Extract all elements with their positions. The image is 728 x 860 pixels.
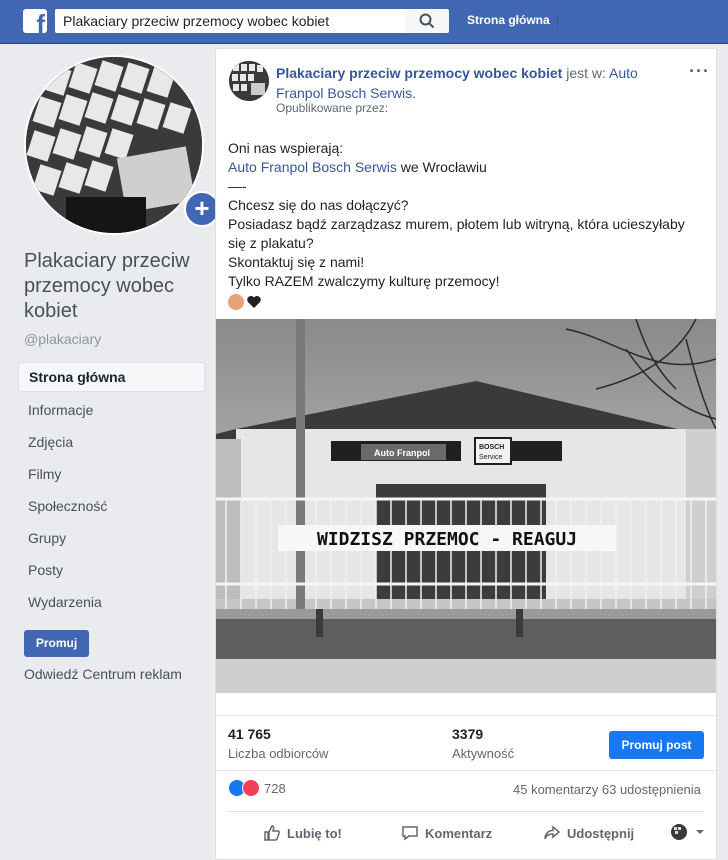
avatar-image bbox=[26, 57, 202, 233]
reactions-summary[interactable]: 728 bbox=[228, 779, 286, 797]
search-button[interactable] bbox=[405, 9, 449, 33]
thumbs-up-icon bbox=[264, 825, 280, 841]
page-profile-picture[interactable]: + bbox=[24, 55, 220, 235]
post-actions: Lubię to! Komentarz Udostępnij bbox=[228, 811, 704, 852]
activity-stat[interactable]: 3379 Aktywność bbox=[452, 726, 514, 761]
share-label: Udostępnij bbox=[567, 825, 635, 841]
more-options-icon[interactable]: ··· bbox=[689, 61, 710, 82]
page-title: Plakaciary przeciw przemocy wobec kobiet bbox=[24, 250, 190, 322]
activity-value: 3379 bbox=[452, 726, 484, 742]
sign-bosch-text: BOSCH bbox=[479, 444, 504, 451]
tagged-page-link[interactable]: Auto Franpol Bosch Serwis bbox=[228, 159, 397, 175]
activity-label: Aktywność bbox=[452, 746, 515, 761]
promote-button[interactable]: Promuj bbox=[24, 630, 89, 657]
reach-label: Liczba odbiorców bbox=[228, 746, 329, 761]
post-at-text: jest w: bbox=[566, 65, 606, 81]
banner-text: WIDZISZ PRZEMOC - REAGUJ bbox=[317, 529, 577, 550]
post-author-avatar[interactable] bbox=[229, 61, 269, 101]
share-icon bbox=[544, 825, 561, 840]
reach-value: 41 765 bbox=[228, 726, 271, 742]
black-heart-emoji-icon bbox=[247, 296, 261, 309]
post-line: Chcesz się do nas dołączyć? bbox=[228, 197, 409, 213]
search-input[interactable] bbox=[55, 9, 405, 33]
sidebar-item-photos[interactable]: Zdjęcia bbox=[18, 427, 205, 459]
ads-center-link[interactable]: Odwiedź Centrum reklam bbox=[24, 666, 182, 682]
post-line-rest: we Wrocławiu bbox=[396, 159, 487, 175]
post-body: Oni nas wspierają: Auto Franpol Bosch Se… bbox=[228, 139, 698, 311]
post-insights: 41 765 Liczba odbiorców 3379 Aktywność P… bbox=[216, 715, 716, 771]
post-line: Oni nas wspierają: bbox=[228, 140, 344, 156]
sidebar-item-community[interactable]: Społeczność bbox=[18, 491, 205, 523]
reach-stat[interactable]: 41 765 Liczba odbiorców bbox=[228, 726, 328, 761]
page-avatar-icon bbox=[671, 824, 687, 840]
fist-emoji-icon bbox=[228, 294, 244, 311]
post-as-selector[interactable] bbox=[671, 824, 711, 840]
comment-label: Komentarz bbox=[425, 825, 493, 841]
love-reaction-icon bbox=[242, 779, 260, 797]
promote-post-button[interactable]: Promuj post bbox=[609, 731, 704, 759]
sidebar-item-posts[interactable]: Posty bbox=[18, 555, 205, 587]
post-author-link[interactable]: Plakaciary przeciw przemocy wobec kobiet bbox=[276, 65, 562, 81]
chevron-down-icon bbox=[696, 830, 704, 834]
page-side-nav: Strona główna Informacje Zdjęcia Filmy S… bbox=[18, 362, 205, 619]
sidebar-item-videos[interactable]: Filmy bbox=[18, 459, 205, 491]
post-emojis bbox=[228, 292, 698, 311]
post-line: Posiadasz bądź zarządzasz murem, płotem … bbox=[228, 216, 685, 251]
comment-icon bbox=[402, 826, 418, 841]
avatar bbox=[24, 55, 204, 235]
share-button[interactable]: Udostępnij bbox=[543, 824, 634, 842]
like-label: Lubię to! bbox=[287, 825, 342, 841]
search-icon bbox=[419, 13, 435, 29]
post-line: Skontaktuj się z nami! bbox=[228, 254, 365, 270]
post-line: Tylko RAZEM zwalczymy kulturę przemocy! bbox=[228, 273, 500, 289]
nav-divider bbox=[557, 13, 558, 29]
comments-shares-count[interactable]: 45 komentarzy 63 udostępnienia bbox=[513, 782, 701, 797]
post-photo[interactable]: Auto Franpol BOSCH Service WIDZISZ PRZEM… bbox=[216, 318, 716, 693]
sidebar-item-home[interactable]: Strona główna bbox=[18, 362, 205, 392]
post-card: Plakaciary przeciw przemocy wobec kobiet… bbox=[215, 48, 717, 860]
sign-shop-text: Auto Franpol bbox=[374, 448, 430, 458]
avatar-thumbnail bbox=[229, 61, 269, 101]
sidebar-item-about[interactable]: Informacje bbox=[18, 395, 205, 427]
comment-button[interactable]: Komentarz bbox=[401, 824, 492, 842]
reactions-count: 728 bbox=[264, 780, 286, 796]
post-line: Auto Franpol Bosch Serwis we Wrocławiu bbox=[228, 158, 698, 177]
post-image: Auto Franpol BOSCH Service WIDZISZ PRZEM… bbox=[216, 318, 716, 693]
nav-home-link[interactable]: Strona główna bbox=[467, 13, 550, 27]
post-header: Plakaciary przeciw przemocy wobec kobiet… bbox=[276, 63, 656, 103]
like-button[interactable]: Lubię to! bbox=[263, 824, 342, 842]
sidebar-item-groups[interactable]: Grupy bbox=[18, 523, 205, 555]
page-handle[interactable]: @plakaciary bbox=[24, 331, 101, 347]
sign-service-text: Service bbox=[479, 454, 502, 461]
published-by: Opublikowane przez: bbox=[276, 101, 389, 115]
top-bar: f Strona główna bbox=[0, 0, 728, 44]
sidebar-item-events[interactable]: Wydarzenia bbox=[18, 587, 205, 619]
facebook-logo-icon[interactable]: f bbox=[23, 9, 47, 33]
post-line: —- bbox=[228, 178, 247, 194]
